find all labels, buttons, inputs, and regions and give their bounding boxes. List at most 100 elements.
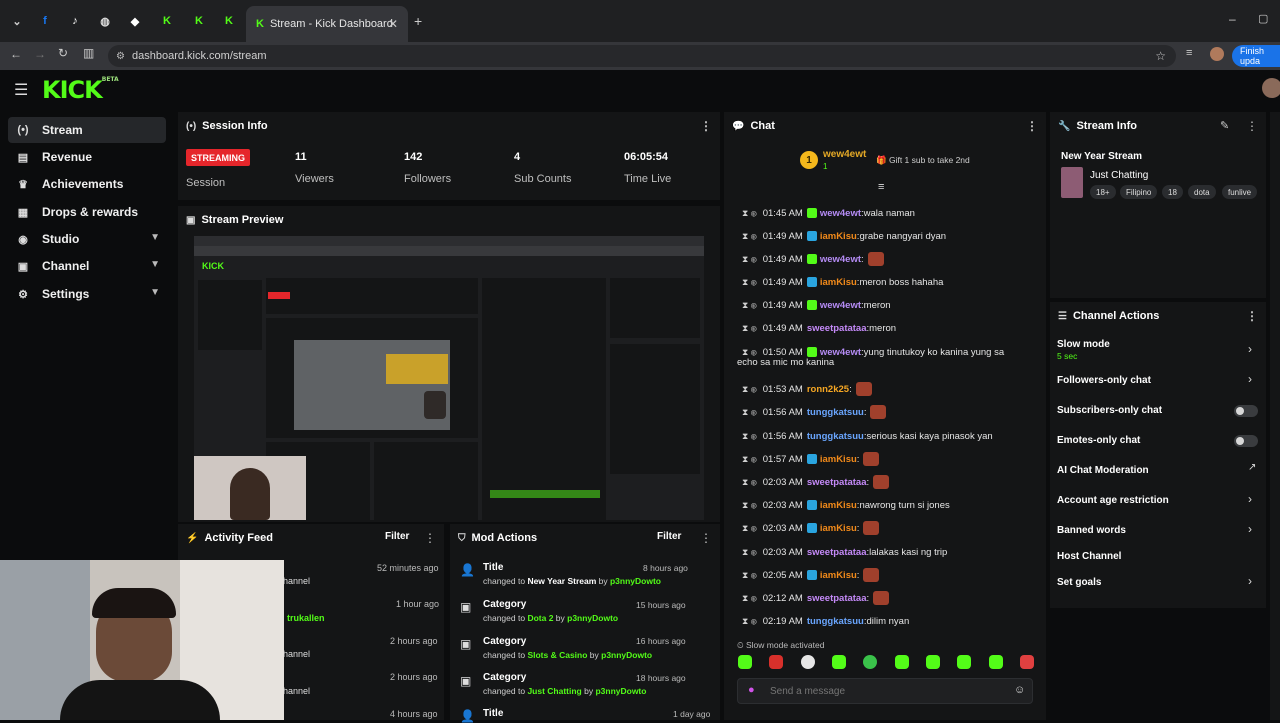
mod-item-user[interactable]: p3nnyDowto [601, 650, 652, 660]
kick-tab-icon[interactable]: K [216, 8, 242, 34]
finish-update-button[interactable]: Finish upda [1232, 45, 1280, 67]
tag-chip[interactable]: funlive [1222, 185, 1258, 199]
active-tab[interactable]: K Stream - Kick Dashboard ✕ [246, 6, 408, 42]
category-name[interactable]: Just Chatting [1090, 170, 1148, 181]
more-options-icon[interactable]: ⋮ [700, 119, 712, 133]
kick-logo[interactable]: KICKBETA [42, 76, 119, 104]
emote-icon[interactable] [894, 655, 909, 669]
more-options-icon[interactable]: ⋮ [1246, 119, 1258, 133]
chat-message[interactable]: ⧗ ⊛ 01:56 AM tunggkatsuu: serious kasi kay… [742, 429, 993, 443]
mod-actions-icon[interactable]: ⧗ ⊛ [742, 616, 757, 627]
tag-chip[interactable]: Filipino [1120, 185, 1158, 199]
chat-message[interactable]: ⧗ ⊛ 01:49 AM wew4ewt: [742, 252, 884, 266]
chat-username[interactable]: iamKisu [820, 277, 857, 288]
sidebar-item-drops[interactable]: ▦ Drops & rewards [8, 199, 166, 225]
mod-actions-icon[interactable]: ⧗ ⊛ [742, 570, 757, 581]
chat-username[interactable]: sweetpatataa [807, 477, 867, 488]
category-thumbnail[interactable] [1061, 167, 1083, 198]
gift-prompt[interactable]: 🎁 Gift 1 sub to take 2nd [876, 155, 970, 166]
hamburger-menu-icon[interactable]: ☰ [14, 80, 28, 100]
mod-actions-icon[interactable]: ⧗ ⊛ [742, 277, 757, 288]
mod-item-user[interactable]: p3nnyDowto [567, 613, 618, 623]
mod-actions-icon[interactable]: ⧗ ⊛ [742, 407, 757, 418]
user-avatar[interactable] [1262, 78, 1280, 98]
sidebar-item-achievements[interactable]: ♛ Achievements [8, 171, 166, 197]
url-field[interactable]: ⚙ dashboard.kick.com/stream ☆ [108, 45, 1176, 67]
sidebar-item-studio[interactable]: ◉ Studio ▼ [8, 226, 166, 252]
facebook-tab-icon[interactable]: f [32, 8, 58, 34]
set-goals[interactable]: Set goals [1057, 577, 1101, 588]
chat-username[interactable]: sweetpatataa [807, 593, 867, 604]
new-tab-button[interactable]: + [414, 13, 422, 29]
chat-username[interactable]: tunggkatsuu [807, 431, 864, 442]
mod-actions-icon[interactable]: ⧗ ⊛ [742, 323, 757, 334]
chat-username[interactable]: sweetpatataa [807, 323, 867, 334]
mod-actions-icon[interactable]: ⧗ ⊛ [742, 547, 757, 558]
chat-username[interactable]: iamKisu [820, 570, 857, 581]
more-options-icon[interactable]: ⋮ [424, 531, 436, 545]
mod-actions-icon[interactable]: ⧗ ⊛ [742, 347, 757, 358]
chevron-right-icon[interactable]: › [1248, 574, 1252, 588]
emote-icon[interactable] [831, 655, 846, 669]
mod-actions-icon[interactable]: ⧗ ⊛ [742, 477, 757, 488]
top-gifter-name[interactable]: wew4ewt [823, 149, 866, 160]
emote-icon[interactable] [1019, 655, 1034, 669]
profile-avatar[interactable] [1210, 47, 1224, 61]
chat-message[interactable]: ⧗ ⊛ 01:45 AM wew4ewt: wala naman [742, 206, 915, 220]
minimize-icon[interactable]: – [1229, 12, 1236, 26]
stream-video[interactable]: KICK [194, 236, 704, 520]
followers-only-chat[interactable]: Followers-only chat [1057, 375, 1151, 386]
chat-username[interactable]: iamKisu [820, 523, 857, 534]
chat-message[interactable]: ⧗ ⊛ 02:03 AM iamKisu: [742, 521, 880, 535]
chat-username[interactable]: iamKisu [820, 454, 857, 465]
emotes-only-toggle[interactable] [1234, 435, 1258, 447]
chat-message[interactable]: ⧗ ⊛ 01:49 AM iamKisu: meron boss hahaha [742, 275, 943, 289]
more-options-icon[interactable]: ⋮ [1246, 309, 1258, 323]
sidebar-item-settings[interactable]: ⚙ Settings ▼ [8, 281, 166, 307]
sidebar-toggle-icon[interactable]: ▥ [83, 46, 94, 60]
close-tab-icon[interactable]: ✕ [388, 17, 398, 31]
mod-actions-icon[interactable]: ⧗ ⊛ [742, 523, 757, 534]
reload-icon[interactable]: ↻ [58, 46, 68, 60]
more-options-icon[interactable]: ⋮ [700, 531, 712, 545]
sidebar-item-stream[interactable]: (•) Stream [8, 117, 166, 143]
pinned-filter-icon[interactable]: ≡ [878, 181, 884, 193]
tag-chip[interactable]: 18+ [1090, 185, 1116, 199]
forward-icon[interactable]: → [34, 47, 46, 61]
mod-actions-icon[interactable]: ⧗ ⊛ [742, 254, 757, 265]
chevron-right-icon[interactable]: › [1248, 342, 1252, 356]
kick-tab-icon[interactable]: K [186, 8, 212, 34]
mod-actions-icon[interactable]: ⧗ ⊛ [742, 593, 757, 604]
chat-message[interactable]: ⧗ ⊛ 01:56 AM tunggkatsuu: [742, 405, 887, 419]
mod-filter-button[interactable]: Filter [657, 531, 681, 542]
chat-message[interactable]: ⧗ ⊛ 01:49 AM sweetpatataa: meron [742, 321, 896, 335]
emote-icon[interactable] [925, 655, 940, 669]
chat-username[interactable]: wew4ewt [820, 300, 861, 311]
chat-message-input[interactable] [770, 683, 1000, 699]
emote-icon[interactable] [738, 655, 752, 669]
sidebar-item-channel[interactable]: ▣ Channel ▼ [8, 253, 166, 279]
app-tab-icon[interactable]: ◆ [122, 8, 148, 34]
tiktok-tab-icon[interactable]: ♪ [62, 8, 88, 34]
back-icon[interactable]: ← [10, 47, 22, 61]
extensions-icon[interactable]: ≡ [1186, 47, 1192, 59]
chat-message[interactable]: ⧗ ⊛ 02:03 AM sweetpatataa: lalakas kasi ng… [742, 545, 947, 559]
tab-search-icon[interactable]: ⌄ [4, 8, 30, 34]
mod-item-user[interactable]: p3nnyDowto [595, 686, 646, 696]
mod-actions-icon[interactable]: ⧗ ⊛ [742, 300, 757, 311]
chevron-right-icon[interactable]: › [1248, 372, 1252, 386]
host-channel[interactable]: Host Channel [1057, 551, 1121, 562]
mod-actions-icon[interactable]: ⧗ ⊛ [742, 231, 757, 242]
chevron-right-icon[interactable]: › [1248, 522, 1252, 536]
chat-username[interactable]: sweetpatataa [807, 547, 867, 558]
chat-username[interactable]: iamKisu [820, 500, 857, 511]
chat-message[interactable]: ⧗ ⊛ 01:57 AM iamKisu: [742, 452, 880, 466]
mod-item-user[interactable]: p3nnyDowto [610, 576, 661, 586]
mod-actions-icon[interactable]: ⧗ ⊛ [742, 384, 757, 395]
tag-chip[interactable]: dota [1188, 185, 1216, 199]
edit-pencil-icon[interactable]: ✎ [1220, 119, 1229, 132]
emote-icon[interactable] [800, 655, 815, 669]
subscribers-only-toggle[interactable] [1234, 405, 1258, 417]
emote-icon[interactable] [988, 655, 1003, 669]
discord-tab-icon[interactable]: ◍ [92, 8, 118, 34]
